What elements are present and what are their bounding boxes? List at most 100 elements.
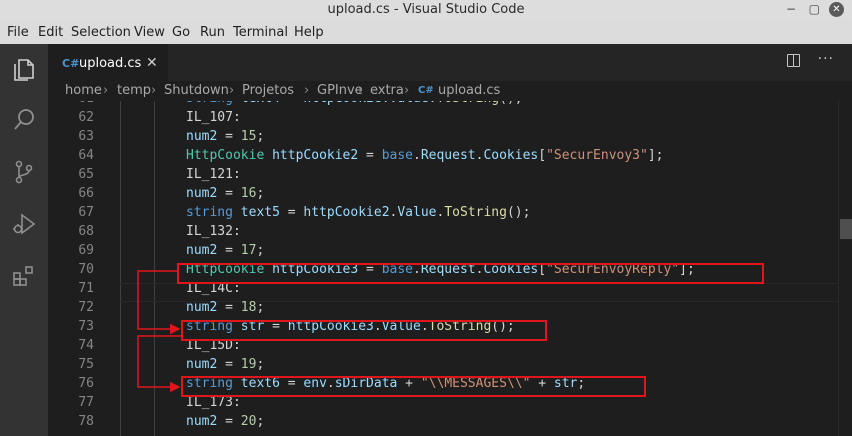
- code-token: ];: [647, 148, 664, 163]
- code-line[interactable]: 78 num2 = 20;: [48, 414, 838, 433]
- close-window-icon[interactable]: ✕: [829, 2, 844, 17]
- line-number: 64: [78, 148, 94, 163]
- breadcrumb-separator: ›: [151, 83, 157, 98]
- code-token: 19: [240, 357, 257, 372]
- code-text: num2 = 20;: [186, 414, 264, 429]
- run-debug-icon[interactable]: [10, 210, 38, 238]
- extensions-icon[interactable]: [10, 262, 38, 290]
- code-token: ToString: [444, 205, 507, 220]
- menu-file[interactable]: File: [7, 25, 29, 40]
- code-token: httpCookie2: [272, 148, 359, 163]
- code-token: Request: [420, 148, 476, 163]
- menu-edit[interactable]: Edit: [38, 25, 63, 40]
- menu-terminal[interactable]: Terminal: [233, 25, 288, 40]
- code-line[interactable]: 69 num2 = 17;: [48, 243, 838, 262]
- code-token: Cookies: [483, 148, 539, 163]
- code-token: ();: [499, 101, 522, 106]
- maximize-icon[interactable]: ▢: [809, 2, 820, 16]
- code-token: httpCookie2: [303, 205, 390, 220]
- code-token: =: [279, 205, 304, 220]
- line-number: 67: [78, 205, 94, 220]
- menu-help[interactable]: Help: [294, 25, 324, 40]
- code-token: text5: [240, 205, 280, 220]
- code-line[interactable]: 65 IL_121:: [48, 167, 838, 186]
- csharp-file-icon: C#: [418, 85, 434, 96]
- code-line[interactable]: 62 IL_107:: [48, 110, 838, 129]
- code-line[interactable]: 64 HttpCookie httpCookie2 = base.Request.…: [48, 148, 838, 167]
- menu-run[interactable]: Run: [200, 25, 225, 40]
- highlight-box-httpcookie3: [177, 263, 764, 284]
- breadcrumb-item[interactable]: Shutdown: [164, 83, 229, 98]
- code-line[interactable]: 68 IL_132:: [48, 224, 838, 243]
- editor-scrollbar[interactable]: [838, 101, 852, 436]
- breadcrumb-separator: ›: [103, 83, 109, 98]
- scrollbar-thumb[interactable]: [840, 219, 852, 239]
- code-line[interactable]: 75 num2 = 19;: [48, 357, 838, 376]
- menu-view[interactable]: View: [134, 25, 165, 40]
- code-token: IL_107:: [186, 110, 241, 125]
- line-number: 70: [78, 262, 94, 277]
- code-token: =: [217, 414, 241, 429]
- breadcrumb: home › temp › Shutdown › Projetos › GPIn…: [48, 81, 852, 101]
- title-bar: upload.cs - Visual Studio Code − ▢ ✕: [0, 0, 852, 20]
- code-line[interactable]: 66 num2 = 16;: [48, 186, 838, 205]
- code-token: 16: [240, 186, 257, 201]
- code-token: ToString: [437, 101, 500, 106]
- breadcrumb-item[interactable]: home: [65, 83, 102, 98]
- code-text: num2 = 17;: [186, 243, 264, 258]
- code-token: ();: [506, 205, 531, 220]
- code-token: =: [217, 243, 241, 258]
- code-token: IL_121:: [186, 167, 241, 182]
- line-number: 71: [78, 281, 94, 296]
- tab-upload-cs[interactable]: C# upload.cs ✕: [48, 44, 168, 81]
- split-editor-icon[interactable]: [787, 54, 800, 67]
- code-token: =: [217, 357, 241, 372]
- code-token: ;: [256, 243, 265, 258]
- search-icon[interactable]: [10, 106, 38, 134]
- code-token: num2: [186, 243, 218, 258]
- code-line[interactable]: 61string text4 = httpCookie.Value.ToStri…: [48, 101, 838, 110]
- breadcrumb-separator: ›: [304, 83, 310, 98]
- code-line[interactable]: 77 IL_173:: [48, 395, 838, 414]
- minimize-icon[interactable]: −: [786, 2, 796, 16]
- code-token: text4: [241, 101, 280, 106]
- code-token: =: [358, 148, 382, 163]
- line-number: 69: [78, 243, 94, 258]
- breadcrumb-file[interactable]: upload.cs: [438, 83, 500, 98]
- breadcrumb-item[interactable]: GPInve: [317, 83, 363, 98]
- activity-bar: [0, 44, 48, 436]
- code-token: 20: [240, 414, 257, 429]
- close-tab-icon[interactable]: ✕: [146, 55, 158, 71]
- code-token: Value: [390, 101, 429, 106]
- files-icon[interactable]: [10, 56, 38, 84]
- code-text: string text5 = httpCookie2.Value.ToStrin…: [186, 205, 530, 220]
- menu-selection[interactable]: Selection: [71, 25, 131, 40]
- code-token: string: [186, 101, 233, 106]
- code-token: IL_132:: [186, 224, 241, 239]
- code-token: IL_173:: [186, 395, 241, 410]
- menu-go[interactable]: Go: [172, 25, 190, 40]
- code-text: IL_173:: [186, 395, 241, 410]
- source-control-icon[interactable]: [10, 158, 38, 186]
- code-text: IL_132:: [186, 224, 241, 239]
- window-title: upload.cs - Visual Studio Code: [327, 2, 525, 17]
- more-actions-icon[interactable]: ···: [818, 51, 834, 67]
- highlight-box-str: [181, 320, 547, 341]
- code-token: Value: [397, 205, 437, 220]
- code-line[interactable]: 72 num2 = 18;: [48, 300, 838, 319]
- line-number: 68: [78, 224, 94, 239]
- tab-label: upload.cs: [79, 56, 142, 71]
- tab-strip: C# upload.cs ✕ ···: [48, 44, 852, 81]
- breadcrumb-item[interactable]: Projetos: [242, 83, 294, 98]
- breadcrumb-separator: ›: [229, 83, 235, 98]
- code-token: base: [381, 148, 413, 163]
- code-line[interactable]: 63 num2 = 15;: [48, 129, 838, 148]
- code-text: HttpCookie httpCookie2 = base.Request.Co…: [186, 148, 663, 163]
- breadcrumb-item[interactable]: temp: [117, 83, 151, 98]
- code-token: =: [217, 300, 241, 315]
- code-line[interactable]: 67 string text5 = httpCookie2.Value.ToStr…: [48, 205, 838, 224]
- breadcrumb-item[interactable]: extra: [370, 83, 404, 98]
- menu-bar: File Edit Selection View Go Run Terminal…: [0, 20, 852, 44]
